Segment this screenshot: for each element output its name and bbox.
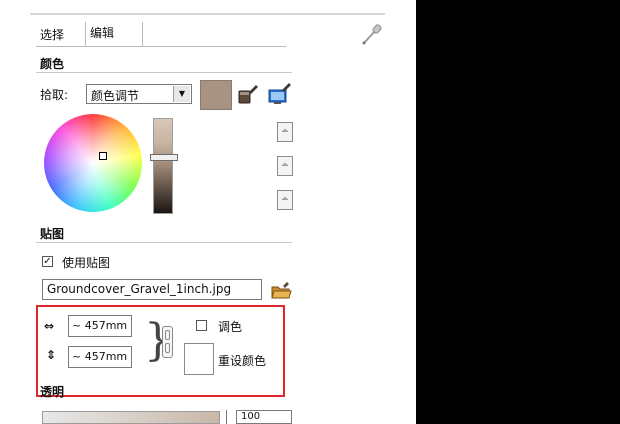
paint-bucket-icon[interactable] (235, 82, 259, 106)
chevron-down-icon[interactable]: ▼ (173, 86, 190, 102)
brightness-slider[interactable] (153, 118, 173, 214)
tint-checkbox[interactable] (196, 320, 207, 331)
pick-label: 拾取: (40, 88, 69, 102)
stepper-3[interactable]: ∸ (277, 190, 293, 210)
use-texture-label: 使用贴图 (62, 256, 111, 270)
stepper-2[interactable]: ∸ (277, 156, 293, 176)
height-arrow-icon: ⇕ (46, 348, 57, 362)
eyedropper-icon[interactable] (358, 22, 384, 48)
sample-paint-icon[interactable] (266, 82, 292, 106)
color-section-title: 颜色 (40, 57, 65, 71)
opacity-slider[interactable] (42, 411, 220, 424)
pick-mode-select[interactable]: 颜色调节 ▼ (86, 84, 192, 104)
opacity-input[interactable]: 100 (236, 410, 292, 424)
reset-color-button[interactable] (184, 343, 214, 375)
texture-section-divider (36, 242, 292, 243)
current-color-swatch[interactable] (200, 80, 232, 110)
tab-select[interactable]: 选择 (36, 24, 68, 46)
panel-top-border (30, 13, 385, 15)
color-wheel-saturation (44, 114, 142, 212)
stepper-1[interactable]: ∸ (277, 122, 293, 142)
black-background (416, 0, 620, 424)
opacity-divider (226, 410, 227, 424)
tint-label: 调色 (218, 320, 243, 334)
width-arrow-icon: ⇔ (44, 319, 55, 333)
color-wheel-marker[interactable] (99, 152, 107, 160)
tab-divider (36, 46, 286, 47)
color-section-divider (36, 72, 292, 73)
opacity-section-title: 透明 (40, 385, 65, 399)
browse-folder-icon[interactable] (270, 281, 292, 301)
reset-color-label: 重设颜色 (218, 354, 267, 368)
texture-section-title: 贴图 (40, 227, 65, 241)
brightness-slider-thumb[interactable] (150, 154, 178, 161)
texture-width-input[interactable]: ~ 457mm (68, 315, 132, 337)
texture-file-input[interactable]: Groundcover_Gravel_1inch.jpg (42, 279, 262, 300)
texture-height-input[interactable]: ~ 457mm (68, 346, 132, 368)
pick-mode-value: 颜色调节 (91, 89, 140, 103)
use-texture-checkbox[interactable]: ✓ (42, 256, 53, 267)
tab-edit[interactable]: 编辑 (85, 22, 143, 46)
aspect-lock-icon[interactable] (162, 326, 173, 358)
